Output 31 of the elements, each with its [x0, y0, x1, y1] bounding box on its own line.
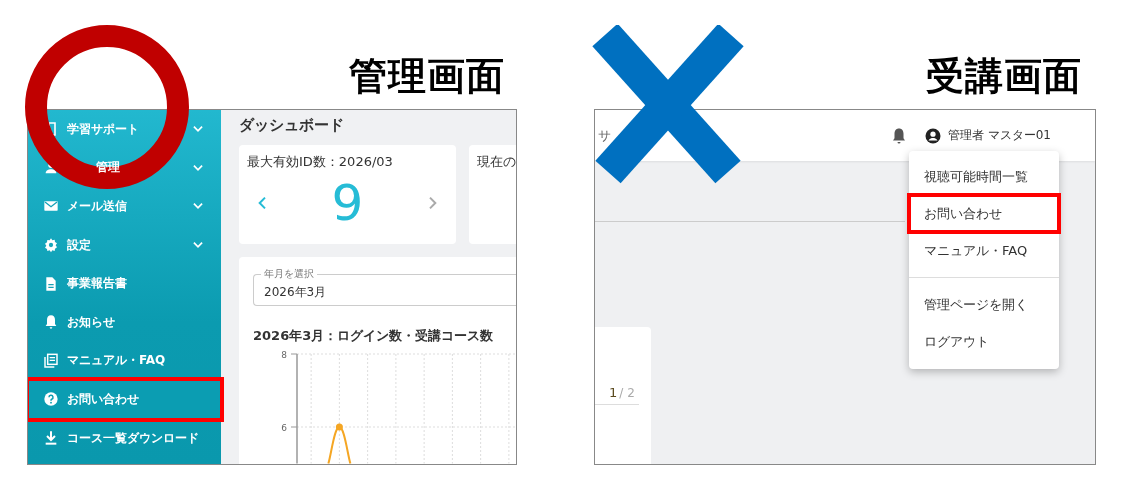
account-icon	[923, 126, 942, 145]
document-icon	[43, 275, 59, 292]
download-icon	[43, 430, 59, 447]
axis-tick-label: 8	[281, 350, 287, 360]
sidebar-item[interactable]: お問い合わせ	[28, 380, 221, 419]
chart-title: 2026年3月：ログイン数・受講コース数	[253, 327, 495, 345]
data-point	[335, 423, 343, 431]
menu-item[interactable]: お問い合わせ	[909, 195, 1059, 232]
page-number: 1	[609, 385, 618, 400]
bell-icon	[43, 314, 59, 331]
sidebar-item[interactable]: マニュアル・FAQ	[28, 341, 221, 381]
panel-heading: 受講画面	[926, 53, 1082, 100]
user-menu-button[interactable]: 管理者 マスター01	[923, 126, 1051, 145]
panel-heading: 管理画面	[349, 53, 505, 100]
menu-item[interactable]: 管理ページを開く	[909, 286, 1059, 323]
sidebar-item[interactable]: コース一覧ダウンロード	[28, 418, 221, 458]
field-label: 年月を選択	[261, 268, 317, 280]
page-title: ダッシュボード	[239, 116, 345, 134]
card-title: 現在の	[477, 153, 516, 171]
page-total: / 2	[619, 386, 635, 400]
book-stack-icon	[43, 352, 59, 369]
nav-link[interactable]: サ	[598, 126, 611, 145]
axis-tick-label: 6	[281, 423, 287, 433]
menu-item[interactable]: マニュアル・FAQ	[909, 232, 1059, 269]
card-title: 最大有効ID数：2026/03	[247, 153, 394, 171]
menu-item[interactable]: ログアウト	[909, 323, 1059, 360]
sidebar-item[interactable]: お知らせ	[28, 302, 221, 342]
settings-icon	[43, 237, 59, 254]
menu-item[interactable]: 視聴可能時間一覧	[909, 158, 1059, 195]
help-icon	[43, 391, 59, 408]
stat-value: 9	[331, 173, 364, 234]
